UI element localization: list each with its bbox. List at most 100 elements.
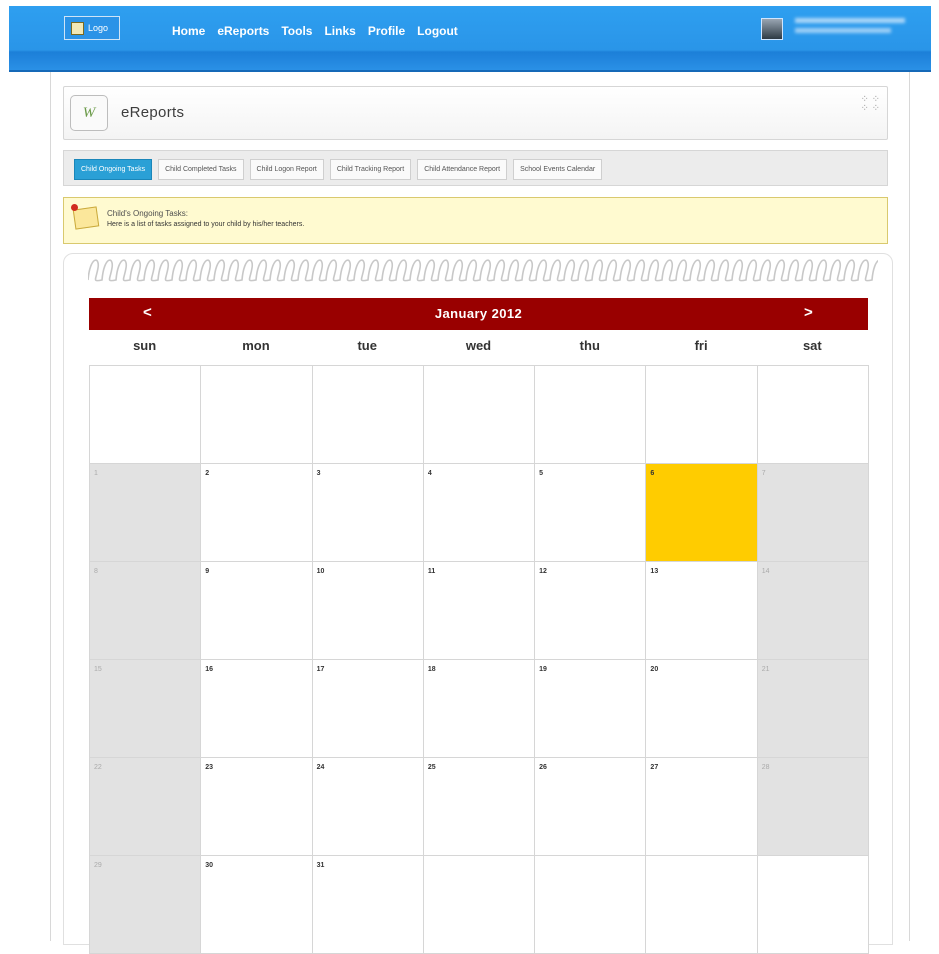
calendar-day-27[interactable]: 27 — [646, 758, 758, 856]
day-number: 22 — [94, 764, 102, 771]
day-number: 9 — [205, 568, 210, 575]
calendar-day-10[interactable]: 10 — [312, 562, 424, 660]
user-name-blurred — [795, 18, 905, 23]
tab-child-ongoing-tasks[interactable]: Child Ongoing Tasks — [74, 159, 153, 180]
calendar-day-26[interactable]: 26 — [535, 758, 647, 856]
calendar-empty-cell — [646, 366, 758, 464]
weekday-thu: thu — [579, 338, 600, 353]
weekday-mon: mon — [242, 338, 270, 353]
calendar-day-15[interactable]: 15 — [90, 660, 202, 758]
calendar-day-12[interactable]: 12 — [535, 562, 647, 660]
calendar-day-22[interactable]: 22 — [90, 758, 202, 856]
tab-school-events-calendar[interactable]: School Events Calendar — [513, 159, 603, 180]
day-number: 16 — [205, 666, 214, 673]
day-number: 8 — [94, 568, 98, 575]
calendar-day-29[interactable]: 29 — [90, 856, 202, 954]
ereports-app-icon: W — [70, 95, 108, 131]
calendar-day-13[interactable]: 13 — [646, 562, 758, 660]
calendar-empty-cell — [423, 366, 536, 464]
calendar-day-20[interactable]: 20 — [646, 660, 758, 758]
day-number: 11 — [427, 568, 436, 575]
tab-child-tracking-report[interactable]: Child Tracking Report — [329, 159, 412, 180]
calendar-day-21[interactable]: 21 — [757, 660, 869, 758]
calendar-empty-cell — [201, 366, 313, 464]
calendar-grid: 1 2 3 4 5 6 7 8 9 10 11 12 13 14 15 16 17 18 19 20 21 22 23 24 2… — [89, 365, 869, 954]
day-number: 10 — [316, 568, 325, 575]
day-number: 23 — [205, 764, 214, 771]
calendar-day-16[interactable]: 16 — [201, 660, 313, 758]
calendar-empty-cell — [757, 856, 869, 954]
notice-title: Child's Ongoing Tasks: — [107, 209, 188, 218]
day-number: 31 — [316, 862, 325, 869]
nav-profile[interactable]: Profile — [368, 24, 405, 38]
logo[interactable]: Logo — [64, 16, 120, 40]
day-number: 4 — [427, 470, 432, 477]
day-number: 28 — [761, 764, 770, 771]
day-number: 21 — [761, 666, 770, 673]
app-header: W eReports ⁘ ⁘ ⁘ ⁘ — [63, 86, 888, 140]
weekday-header-row: sun mon tue wed thu fri sat — [89, 338, 868, 353]
day-number: 3 — [316, 470, 321, 477]
notice-text: Here is a list of tasks assigned to your… — [107, 221, 305, 228]
app-tools-icon[interactable]: ⁘ ⁘ ⁘ ⁘ — [860, 95, 880, 114]
calendar-day-4[interactable]: 4 — [423, 464, 536, 562]
calendar-day-28[interactable]: 28 — [757, 758, 869, 856]
tools-glyph-row-2: ⁘ ⁘ — [860, 103, 880, 114]
day-number: 13 — [650, 568, 659, 575]
calendar-day-2[interactable]: 2 — [201, 464, 313, 562]
calendar-day-3[interactable]: 3 — [312, 464, 424, 562]
calendar-day-5[interactable]: 5 — [535, 464, 647, 562]
next-month-button[interactable]: > — [804, 304, 813, 321]
calendar-day-17[interactable]: 17 — [312, 660, 424, 758]
user-info-blurred — [795, 28, 891, 33]
calendar-day-31[interactable]: 31 — [312, 856, 424, 954]
day-number: 14 — [761, 568, 770, 575]
nav-tools[interactable]: Tools — [281, 24, 312, 38]
day-number: 26 — [539, 764, 547, 771]
day-number: 19 — [539, 666, 547, 673]
calendar-day-18[interactable]: 18 — [423, 660, 536, 758]
day-number: 15 — [94, 666, 102, 673]
calendar-empty-cell — [90, 366, 202, 464]
top-navbar: Logo Home eReports Tools Links Profile L… — [9, 6, 931, 72]
nav-ereports[interactable]: eReports — [217, 24, 269, 38]
decorative-wave-border — [88, 259, 878, 282]
calendar-day-14[interactable]: 14 — [757, 562, 869, 660]
calendar-day-1[interactable]: 1 — [90, 464, 202, 562]
user-avatar[interactable] — [761, 18, 783, 40]
calendar-month-title: January 2012 — [434, 306, 523, 321]
weekday-tue: tue — [357, 338, 377, 353]
calendar-day-25[interactable]: 25 — [423, 758, 536, 856]
page-title: eReports — [121, 104, 185, 121]
calendar-day-9[interactable]: 9 — [201, 562, 313, 660]
calendar-header: < January 2012 > — [89, 298, 868, 330]
calendar-day-30[interactable]: 30 — [201, 856, 313, 954]
weekday-fri: fri — [694, 338, 708, 353]
calendar-empty-cell — [646, 856, 758, 954]
day-number: 5 — [539, 470, 544, 477]
calendar-day-23[interactable]: 23 — [201, 758, 313, 856]
calendar-day-6[interactable]: 6 — [646, 464, 758, 562]
day-number: 7 — [761, 470, 766, 477]
calendar-day-19[interactable]: 19 — [535, 660, 647, 758]
logo-icon — [71, 21, 84, 35]
calendar-day-11[interactable]: 11 — [423, 562, 536, 660]
nav-home[interactable]: Home — [172, 24, 205, 38]
day-number: 2 — [205, 470, 210, 477]
tab-child-logon-report[interactable]: Child Logon Report — [249, 159, 324, 180]
calendar-empty-cell — [423, 856, 536, 954]
day-number: 12 — [539, 568, 547, 575]
calendar-empty-cell — [535, 366, 647, 464]
day-number: 6 — [650, 470, 655, 477]
tab-child-completed-tasks[interactable]: Child Completed Tasks — [158, 159, 244, 180]
tab-child-attendance-report[interactable]: Child Attendance Report — [417, 159, 508, 180]
day-number: 25 — [427, 764, 436, 771]
calendar-day-24[interactable]: 24 — [312, 758, 424, 856]
calendar-day-7[interactable]: 7 — [757, 464, 869, 562]
nav-links[interactable]: Links — [324, 24, 355, 38]
day-number: 30 — [205, 862, 214, 869]
calendar-day-8[interactable]: 8 — [90, 562, 202, 660]
nav-logout[interactable]: Logout — [417, 24, 458, 38]
weekday-sat: sat — [802, 338, 822, 353]
day-number: 18 — [427, 666, 436, 673]
